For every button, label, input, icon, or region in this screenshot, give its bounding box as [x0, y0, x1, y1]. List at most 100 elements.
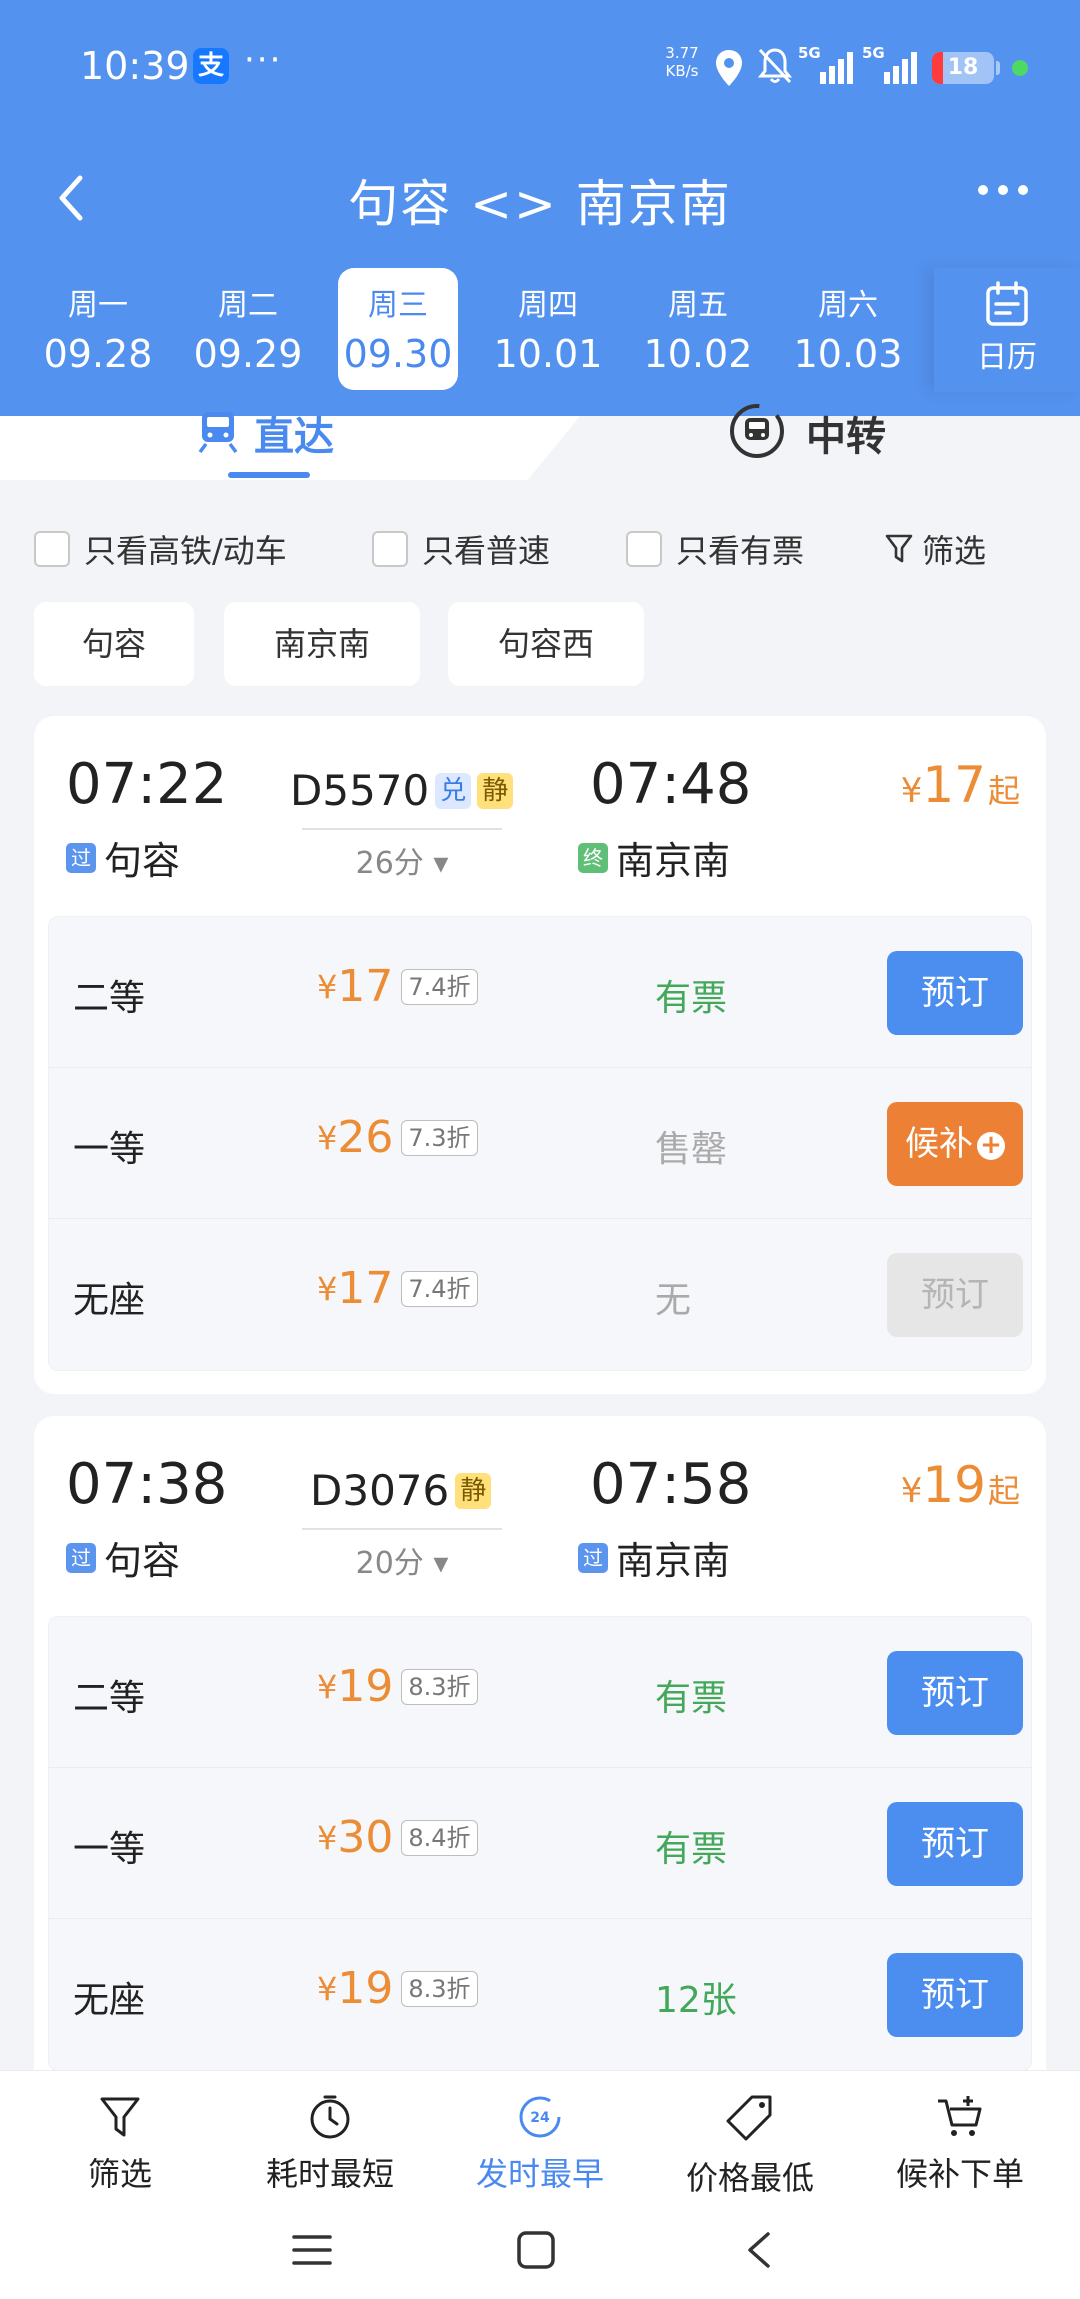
book-button[interactable]: 预订 — [887, 1953, 1023, 2037]
battery-level: 18 — [947, 55, 979, 80]
train-card[interactable]: 07:38 D3076 静 07:58 ¥ 19 起 20分 ▾ 过 句容 过 … — [34, 1416, 1046, 2096]
home-icon[interactable] — [516, 2230, 556, 2270]
train-number-text: D3076 — [310, 1466, 450, 1515]
terminal-tag: 终 — [578, 842, 608, 873]
seat-class: 无座 — [73, 1280, 146, 1321]
seat-row: 无座 ¥ 19 8.3折 12张 预订 — [49, 1919, 1031, 2070]
stopwatch-icon — [310, 2095, 350, 2139]
price-amount: 17 — [337, 961, 394, 1012]
net-speed: 3.77 KB/s — [660, 44, 704, 80]
filter-available-only[interactable]: 只看有票 — [626, 524, 804, 574]
pass-tag: 过 — [66, 842, 96, 873]
checkbox[interactable] — [626, 531, 662, 567]
back-nav-icon[interactable] — [744, 2230, 774, 2270]
date-weekday: 周五 — [668, 288, 728, 323]
checkbox[interactable] — [372, 531, 408, 567]
station-name: 句容 — [104, 839, 181, 883]
train-number-text: D5570 — [290, 766, 430, 815]
seat-panel: 二等 ¥ 19 8.3折 有票 预订 一等 ¥ 30 8.4折 有票 预订 无座… — [48, 1616, 1032, 2071]
station-chip[interactable]: 句容西 — [448, 602, 644, 686]
network-label: 5G — [862, 44, 885, 62]
seat-class: 二等 — [73, 1678, 146, 1719]
date-item[interactable]: 周五 10.02 — [638, 268, 758, 390]
currency-symbol: ¥ — [317, 1269, 338, 1308]
date-item-selected[interactable]: 周三 09.30 — [338, 268, 458, 390]
bottom-label: 耗时最短 — [265, 2155, 394, 2193]
bottom-label: 发时最早 — [475, 2155, 604, 2193]
train-summary[interactable]: 07:22 D5570 兑 静 07:48 ¥ 17 起 26分 ▾ 过 句容 … — [34, 716, 1046, 916]
station-chip[interactable]: 句容 — [34, 602, 194, 686]
currency-symbol: ¥ — [900, 1471, 923, 1511]
bottom-sort-bar: 筛选 耗时最短 24 发时最早 价格最低 候补下单 — [0, 2070, 1080, 2200]
calendar-icon — [986, 281, 1028, 326]
filter-more-button[interactable]: 筛选 — [884, 524, 986, 574]
date-value: 09.29 — [193, 332, 303, 376]
availability: 售罄 — [655, 1129, 728, 1170]
price-amount: 26 — [337, 1112, 394, 1163]
signal-icon: 5G — [862, 44, 922, 90]
date-value: 10.01 — [493, 332, 603, 376]
checkbox[interactable] — [34, 531, 70, 567]
train-card[interactable]: 07:22 D5570 兑 静 07:48 ¥ 17 起 26分 ▾ 过 句容 … — [34, 716, 1046, 1394]
clock-24-text: 24 — [530, 2110, 550, 2126]
train-summary[interactable]: 07:38 D3076 静 07:58 ¥ 19 起 20分 ▾ 过 句容 过 … — [34, 1416, 1046, 1616]
date-item[interactable]: 周二 09.29 — [188, 268, 308, 390]
date-value: 10.02 — [643, 332, 753, 376]
sort-shortest-button[interactable]: 耗时最短 — [240, 2093, 420, 2195]
seat-panel: 二等 ¥ 17 7.4折 有票 预订 一等 ¥ 26 7.3折 售罄 候补 + 无… — [48, 916, 1032, 1371]
date-weekday: 周四 — [518, 288, 578, 323]
transfer-icon — [730, 404, 784, 458]
duration-line — [302, 1528, 502, 1530]
seat-row: 一等 ¥ 26 7.3折 售罄 候补 + — [49, 1068, 1031, 1219]
duration-toggle[interactable]: 26分 ▾ — [302, 838, 502, 882]
departure-time: 07:22 — [66, 752, 228, 817]
net-speed-value: 3.77 — [665, 44, 699, 62]
seat-price: ¥ 26 7.3折 — [317, 1112, 478, 1163]
quiet-badge: 静 — [455, 1472, 492, 1509]
bottom-filter-button[interactable]: 筛选 — [30, 2093, 210, 2195]
waitlist-button[interactable]: 候补 + — [887, 1102, 1023, 1186]
arrival-station: 终 南京南 — [578, 830, 730, 885]
price-tag-icon — [726, 2095, 772, 2141]
calendar-button[interactable]: 日历 — [934, 268, 1080, 392]
signal-icon: 5G — [798, 44, 858, 90]
price-suffix: 起 — [987, 1472, 1020, 1510]
filter-normal-speed[interactable]: 只看普速 — [372, 524, 550, 574]
discount-badge: 8.3折 — [401, 1970, 478, 2007]
price-suffix: 起 — [987, 772, 1020, 810]
sort-earliest-button[interactable]: 24 发时最早 — [450, 2093, 630, 2195]
seat-price: ¥ 30 8.4折 — [317, 1812, 478, 1863]
tab-indicator — [228, 472, 310, 478]
sort-cheapest-button[interactable]: 价格最低 — [660, 2093, 840, 2199]
date-item[interactable]: 周四 10.01 — [488, 268, 608, 390]
book-button[interactable]: 预订 — [887, 1651, 1023, 1735]
discount-badge: 8.3折 — [401, 1668, 478, 1705]
currency-symbol: ¥ — [317, 1667, 338, 1706]
seat-row: 无座 ¥ 17 7.4折 无 预订 — [49, 1219, 1031, 1370]
quiet-badge: 静 — [477, 772, 514, 809]
date-weekday: 周三 — [368, 288, 428, 323]
date-value: 09.30 — [343, 332, 453, 376]
station-chip[interactable]: 南京南 — [224, 602, 420, 686]
duration-toggle[interactable]: 20分 ▾ — [302, 1538, 502, 1582]
currency-symbol: ¥ — [317, 1969, 338, 2008]
discount-badge: 7.3折 — [401, 1119, 478, 1156]
net-speed-unit: KB/s — [665, 62, 699, 80]
date-item[interactable]: 周一 09.28 — [38, 268, 158, 390]
discount-badge: 7.4折 — [401, 968, 478, 1005]
nav-bar: 句容 <> 南京南 — [0, 150, 1080, 250]
date-item[interactable]: 周六 10.03 — [788, 268, 908, 390]
recents-icon[interactable] — [292, 2232, 332, 2268]
train-number: D3076 静 — [310, 1466, 492, 1515]
more-menu-icon[interactable] — [975, 180, 1031, 200]
availability: 有票 — [655, 1829, 728, 1870]
calendar-label: 日历 — [977, 340, 1037, 375]
price-amount: 17 — [922, 756, 986, 814]
filter-label: 只看有票 — [676, 532, 805, 570]
filter-high-speed[interactable]: 只看高铁/动车 — [34, 524, 287, 574]
book-button[interactable]: 预订 — [887, 1802, 1023, 1886]
book-button[interactable]: 预订 — [887, 951, 1023, 1035]
seat-class: 二等 — [73, 978, 146, 1019]
waitlist-order-button[interactable]: 候补下单 — [870, 2093, 1050, 2195]
pass-tag: 过 — [66, 1542, 96, 1573]
